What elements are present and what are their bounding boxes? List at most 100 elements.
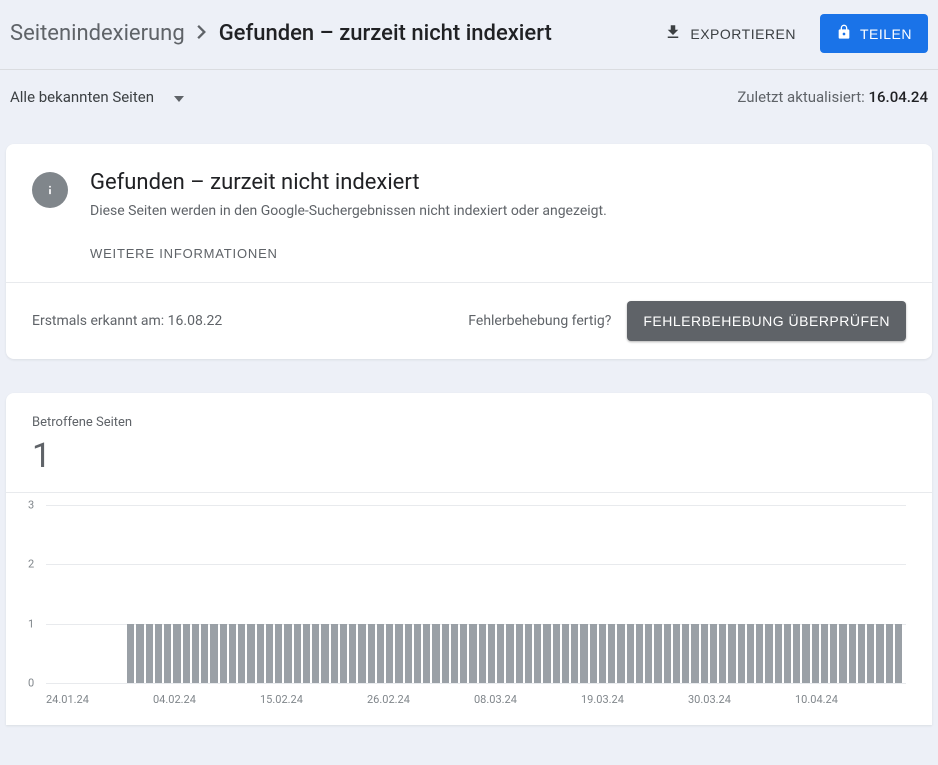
bar — [479, 624, 486, 683]
bar — [266, 624, 273, 683]
first-detected-date: 16.08.22 — [168, 313, 223, 329]
bar — [738, 624, 745, 683]
bar — [303, 624, 310, 683]
chart-plot: 0123 — [46, 505, 906, 683]
bar — [534, 624, 541, 683]
bar — [645, 624, 652, 683]
y-tick-label: 0 — [28, 677, 34, 690]
bar — [238, 624, 245, 683]
bar — [867, 624, 874, 683]
last-updated-prefix: Zuletzt aktualisiert: — [737, 88, 868, 106]
share-button[interactable]: TEILEN — [820, 14, 928, 53]
y-tick-label: 2 — [28, 558, 34, 571]
learn-more-button[interactable]: WEITERE INFORMATIONEN — [90, 246, 278, 261]
x-tick-label: 19.03.24 — [581, 693, 688, 706]
info-description: Diese Seiten werden in den Google-Sucher… — [90, 203, 906, 219]
bar — [220, 624, 227, 683]
bar — [201, 624, 208, 683]
share-label: TEILEN — [860, 26, 912, 42]
bar — [784, 624, 791, 683]
info-icon — [32, 172, 68, 208]
bar — [793, 624, 800, 683]
x-tick-label: 24.01.24 — [46, 693, 153, 706]
last-updated: Zuletzt aktualisiert: 16.04.24 — [737, 88, 928, 106]
fix-done-question: Fehlerbehebung fertig? — [468, 313, 611, 329]
bar — [617, 624, 624, 683]
gridline — [46, 683, 906, 684]
bar — [682, 624, 689, 683]
bar — [728, 624, 735, 683]
info-card: Gefunden – zurzeit nicht indexiert Diese… — [6, 144, 932, 359]
bar — [349, 624, 356, 683]
page-header: Seitenindexierung Gefunden – zurzeit nic… — [0, 0, 938, 70]
bar — [691, 624, 698, 683]
bar — [895, 624, 902, 683]
dropdown-triangle-icon — [174, 88, 184, 106]
bar — [432, 624, 439, 683]
bar — [830, 624, 837, 683]
validate-fix-button[interactable]: FEHLERBEHEBUNG ÜBERPRÜFEN — [627, 301, 906, 341]
filter-label: Alle bekannten Seiten — [10, 88, 154, 106]
bar — [719, 624, 726, 683]
bar — [312, 624, 319, 683]
bar — [423, 624, 430, 683]
y-tick-label: 1 — [28, 617, 34, 630]
bar — [571, 624, 578, 683]
bar — [451, 624, 458, 683]
bar — [553, 624, 560, 683]
breadcrumb-current: Gefunden – zurzeit nicht indexiert — [219, 21, 552, 46]
chart-card: Betroffene Seiten 1 0123 24.01.2404.02.2… — [6, 393, 932, 725]
breadcrumb-parent[interactable]: Seitenindexierung — [10, 21, 185, 46]
info-card-footer: Erstmals erkannt am: 16.08.22 Fehlerbehe… — [6, 282, 932, 359]
filter-dropdown[interactable]: Alle bekannten Seiten — [10, 88, 184, 106]
bar — [340, 624, 347, 683]
download-icon — [664, 23, 682, 44]
first-detected: Erstmals erkannt am: 16.08.22 — [32, 313, 222, 329]
bar — [210, 624, 217, 683]
bar — [654, 624, 661, 683]
subheader: Alle bekannten Seiten Zuletzt aktualisie… — [0, 70, 938, 124]
bar — [488, 624, 495, 683]
x-tick-label: 15.02.24 — [260, 693, 367, 706]
bar — [331, 624, 338, 683]
info-title: Gefunden – zurzeit nicht indexiert — [90, 170, 906, 195]
bar — [812, 624, 819, 683]
bar — [673, 624, 680, 683]
bar — [525, 624, 532, 683]
bar — [747, 624, 754, 683]
header-actions: EXPORTIEREN TEILEN — [656, 14, 928, 53]
bar — [580, 624, 587, 683]
bar — [442, 624, 449, 683]
bar — [284, 624, 291, 683]
bar — [636, 624, 643, 683]
x-tick-label: 08.03.24 — [474, 693, 581, 706]
bar — [192, 624, 199, 683]
bar — [294, 624, 301, 683]
bar — [775, 624, 782, 683]
bar — [627, 624, 634, 683]
bar — [377, 624, 384, 683]
last-updated-date: 16.04.24 — [869, 88, 929, 106]
bar — [460, 624, 467, 683]
x-tick-label: 10.04.24 — [795, 693, 902, 706]
lock-icon — [836, 24, 852, 43]
x-tick-label: 04.02.24 — [153, 693, 260, 706]
bar — [886, 624, 893, 683]
bar — [173, 624, 180, 683]
bar — [368, 624, 375, 683]
bar — [386, 624, 393, 683]
export-button[interactable]: EXPORTIEREN — [656, 17, 804, 50]
bar — [164, 624, 171, 683]
breadcrumb: Seitenindexierung Gefunden – zurzeit nic… — [10, 21, 552, 46]
bar — [802, 624, 809, 683]
info-footer-right: Fehlerbehebung fertig? FEHLERBEHEBUNG ÜB… — [468, 301, 906, 341]
bar — [849, 624, 856, 683]
chart-value: 1 — [32, 436, 906, 476]
bar — [358, 624, 365, 683]
bar — [155, 624, 162, 683]
first-detected-prefix: Erstmals erkannt am: — [32, 313, 168, 329]
y-tick-label: 3 — [28, 499, 34, 512]
bar — [590, 624, 597, 683]
bar — [543, 624, 550, 683]
bar — [247, 624, 254, 683]
